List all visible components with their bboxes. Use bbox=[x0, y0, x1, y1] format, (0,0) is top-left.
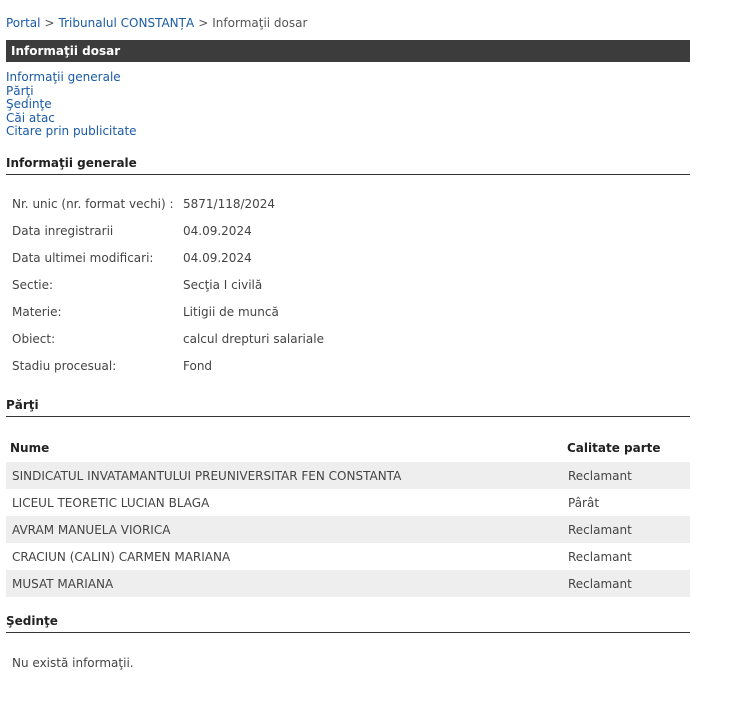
general-info-table: Nr. unic (nr. format vechi) : 5871/118/20… bbox=[12, 197, 324, 386]
info-row: Data inregistrarii 04.09.2024 bbox=[12, 224, 324, 251]
column-header-calitate: Calitate parte bbox=[567, 441, 661, 455]
breadcrumb-current: Informaţii dosar bbox=[212, 16, 308, 30]
party-role: Reclamant bbox=[568, 550, 632, 564]
section-navigation: Informaţii generale Părţi Şedinţe Căi at… bbox=[6, 70, 137, 139]
toc-link-sedinte[interactable]: Şedinţe bbox=[6, 97, 137, 112]
party-name: CRACIUN (CALIN) CARMEN MARIANA bbox=[12, 550, 231, 564]
page-title-bar: Informaţii dosar bbox=[6, 40, 690, 62]
info-label: Stadiu procesual: bbox=[12, 359, 117, 373]
table-row: MUSAT MARIANA Reclamant bbox=[6, 570, 690, 597]
sedinte-empty-message: Nu există informaţii. bbox=[12, 656, 134, 670]
info-value: calcul drepturi salariale bbox=[183, 332, 324, 346]
info-row: Stadiu procesual: Fond bbox=[12, 359, 324, 386]
toc-link-parti[interactable]: Părţi bbox=[6, 84, 137, 99]
info-label: Sectie: bbox=[12, 278, 54, 292]
table-row: CRACIUN (CALIN) CARMEN MARIANA Reclamant bbox=[6, 543, 690, 570]
parti-table: SINDICATUL INVATAMANTULUI PREUNIVERSITAR… bbox=[6, 462, 690, 597]
info-row: Obiect: calcul drepturi salariale bbox=[12, 332, 324, 359]
parti-table-header: Nume Calitate parte bbox=[6, 437, 690, 461]
toc-link-citare-publicitate[interactable]: Citare prin publicitate bbox=[6, 124, 137, 139]
section-title-informatii-generale: Informaţii generale bbox=[6, 156, 690, 175]
column-header-nume: Nume bbox=[10, 441, 50, 455]
party-role: Reclamant bbox=[568, 577, 632, 591]
breadcrumb: Portal > Tribunalul CONSTANȚA > Informaţii d… bbox=[6, 16, 307, 30]
party-role: Reclamant bbox=[568, 523, 632, 537]
breadcrumb-portal-link[interactable]: Portal bbox=[6, 16, 40, 30]
info-label: Materie: bbox=[12, 305, 62, 319]
info-value: Fond bbox=[183, 359, 213, 373]
info-label: Data ultimei modificari: bbox=[12, 251, 154, 265]
info-row: Nr. unic (nr. format vechi) : 5871/118/20… bbox=[12, 197, 324, 224]
info-value: Secţia I civilă bbox=[183, 278, 263, 292]
section-title-parti: Părţi bbox=[6, 398, 690, 417]
info-row: Data ultimei modificari: 04.09.2024 bbox=[12, 251, 324, 278]
party-role: Pârât bbox=[568, 496, 600, 510]
section-title-sedinte: Şedinţe bbox=[6, 614, 690, 633]
info-value: 04.09.2024 bbox=[183, 224, 252, 238]
table-row: LICEUL TEORETIC LUCIAN BLAGA Pârât bbox=[6, 489, 690, 516]
page-title: Informaţii dosar bbox=[11, 44, 121, 58]
info-row: Materie: Litigii de muncă bbox=[12, 305, 324, 332]
breadcrumb-separator: > bbox=[198, 16, 209, 30]
info-label: Nr. unic (nr. format vechi) : bbox=[12, 197, 174, 211]
party-name: LICEUL TEORETIC LUCIAN BLAGA bbox=[12, 496, 210, 510]
party-role: Reclamant bbox=[568, 469, 632, 483]
info-value: 04.09.2024 bbox=[183, 251, 252, 265]
party-name: AVRAM MANUELA VIORICA bbox=[12, 523, 171, 537]
info-value: 5871/118/2024 bbox=[183, 197, 276, 211]
breadcrumb-court-link[interactable]: Tribunalul CONSTANȚA bbox=[59, 16, 195, 30]
table-row: AVRAM MANUELA VIORICA Reclamant bbox=[6, 516, 690, 543]
info-label: Data inregistrarii bbox=[12, 224, 114, 238]
breadcrumb-separator: > bbox=[44, 16, 55, 30]
party-name: MUSAT MARIANA bbox=[12, 577, 114, 591]
info-row: Sectie: Secţia I civilă bbox=[12, 278, 324, 305]
party-name: SINDICATUL INVATAMANTULUI PREUNIVERSITAR… bbox=[12, 469, 402, 483]
info-label: Obiect: bbox=[12, 332, 56, 346]
toc-link-cai-atac[interactable]: Căi atac bbox=[6, 111, 137, 126]
info-value: Litigii de muncă bbox=[183, 305, 279, 319]
table-row: SINDICATUL INVATAMANTULUI PREUNIVERSITAR… bbox=[6, 462, 690, 489]
toc-link-informatii-generale[interactable]: Informaţii generale bbox=[6, 70, 137, 85]
